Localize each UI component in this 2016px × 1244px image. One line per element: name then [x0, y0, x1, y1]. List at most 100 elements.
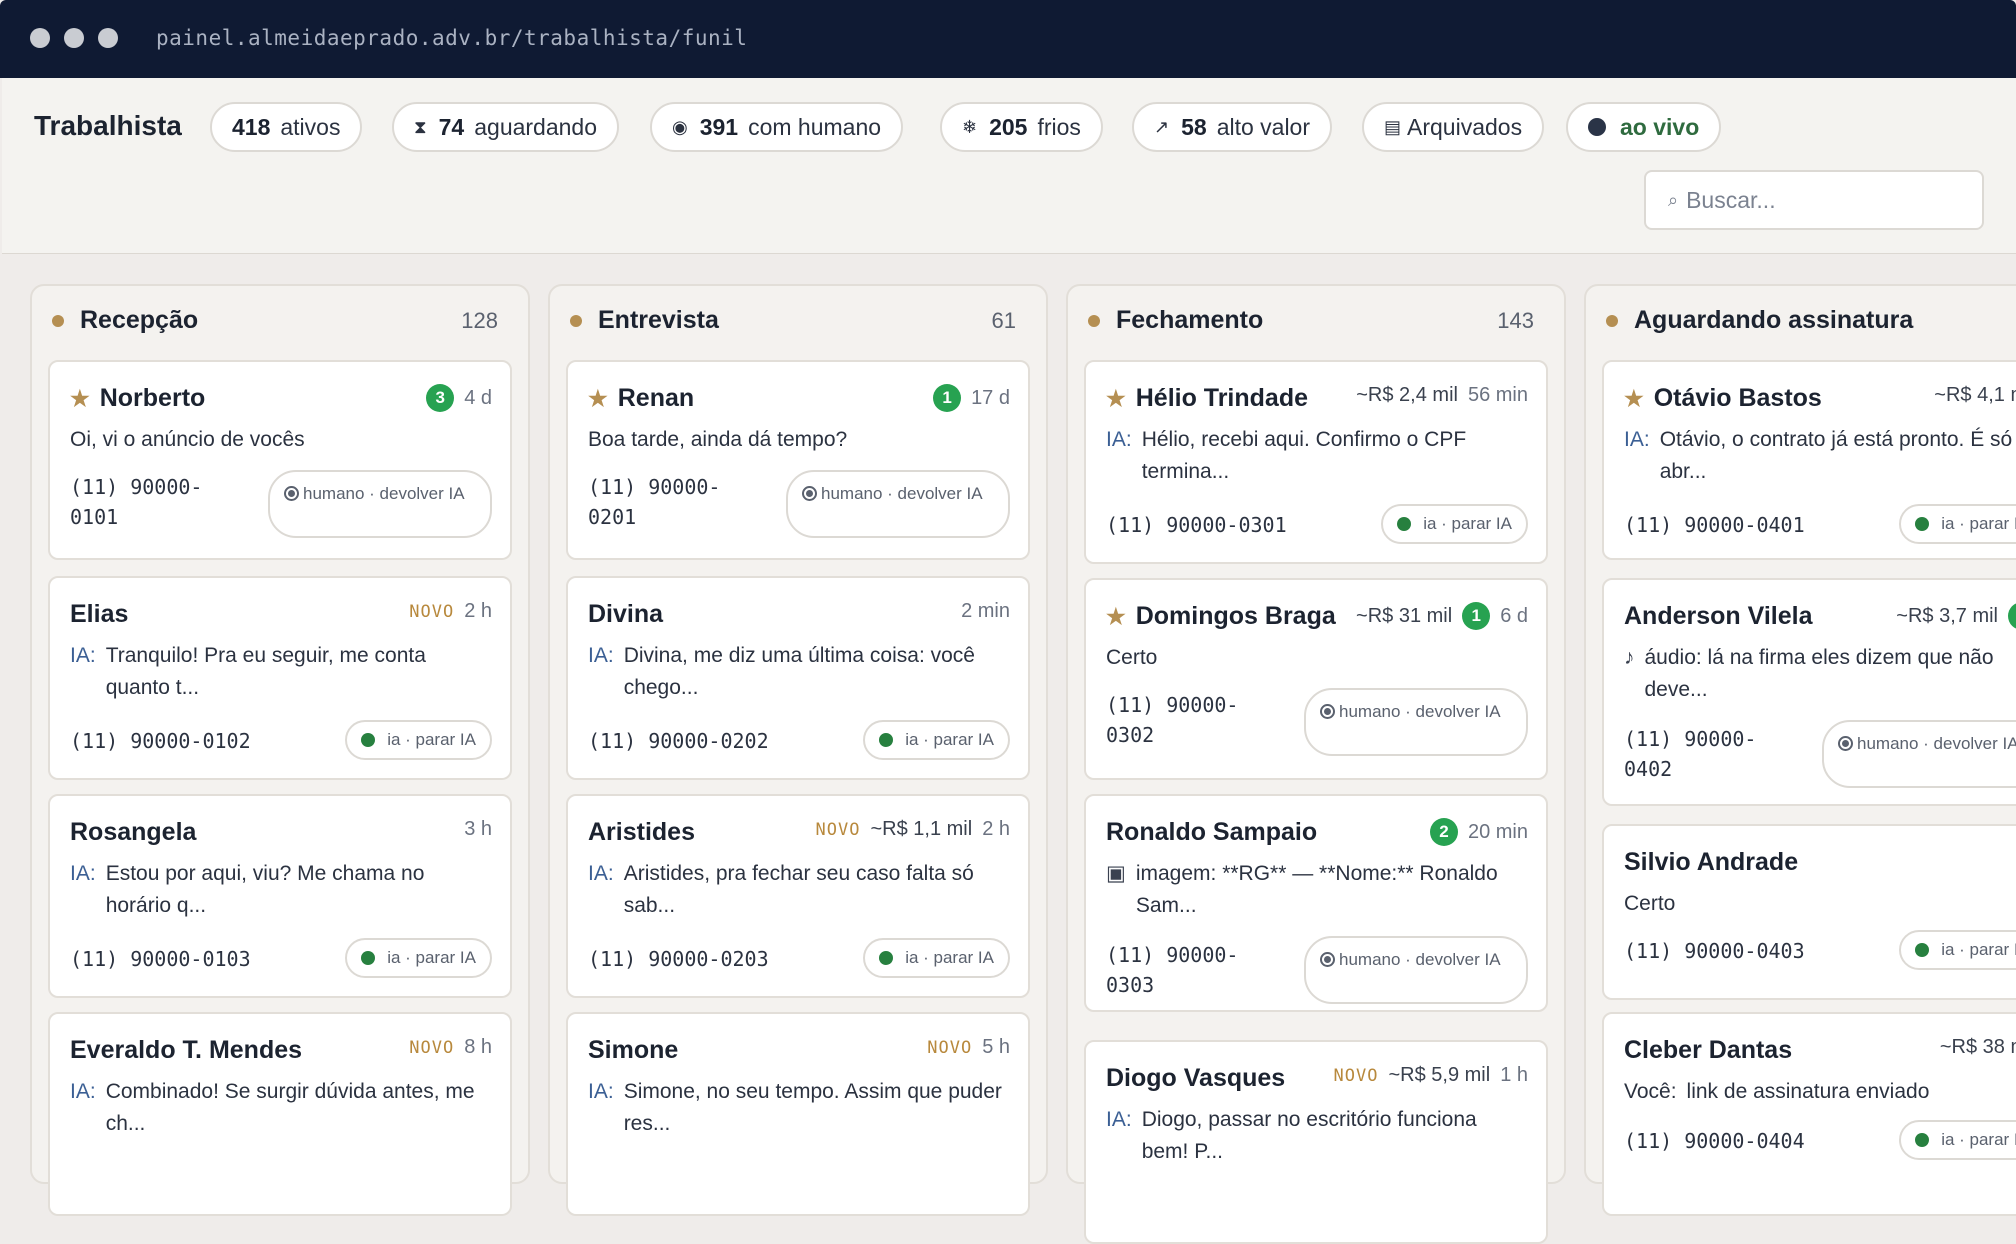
message-prefix: IA: [1624, 424, 1650, 488]
lead-card[interactable]: Anderson Vilela ~R$ 3,7 mil2 ♪áudio: lá … [1602, 578, 2016, 806]
lead-phone: (11) 90000-0102 [70, 726, 251, 756]
lead-meta: NOVO2 h [409, 600, 492, 623]
last-message: IA:Simone, no seu tempo. Assim que puder… [588, 1076, 1004, 1140]
message-text: Divina, me diz uma última coisa: você ch… [624, 640, 1004, 704]
human-icon [802, 486, 817, 501]
chip-count: 58 [1181, 114, 1207, 141]
lead-card[interactable]: Divina 2 min IA:Divina, me diz uma últim… [566, 576, 1030, 780]
message-text: Boa tarde, ainda dá tempo? [588, 424, 847, 456]
lead-meta: ~R$ 2,4 mil56 min [1356, 384, 1528, 407]
lead-meta: ~R$ 4,1 mil [1934, 384, 2016, 407]
window-minimize-dot[interactable] [64, 28, 84, 48]
column-count: 61 [992, 308, 1016, 334]
ai-active-dot-icon [1915, 517, 1929, 531]
lead-card[interactable]: Rosangela 3 h IA:Estou por aqui, viu? Me… [48, 794, 512, 998]
case-value: ~R$ 5,9 mil [1388, 1064, 1490, 1087]
chip-label: ativos [280, 114, 340, 141]
lead-name: Silvio Andrade [1624, 848, 1798, 877]
status-toggle[interactable]: ia · parar IA [863, 938, 1010, 978]
message-text: Combinado! Se surgir dúvida antes, me ch… [106, 1076, 486, 1140]
new-tag: NOVO [816, 820, 861, 840]
status-toggle[interactable]: humano · devolver IA [786, 470, 1010, 538]
lead-card[interactable]: ★Hélio Trindade ~R$ 2,4 mil56 min IA:Hél… [1084, 360, 1548, 564]
ai-active-dot-icon [1397, 517, 1411, 531]
status-toggle[interactable]: ia · parar IA [1899, 504, 2016, 544]
window-maximize-dot[interactable] [98, 28, 118, 48]
lead-meta: NOVO5 h [927, 1036, 1010, 1059]
message-text: imagem: **RG** — **Nome:** Ronaldo Sam..… [1136, 858, 1522, 922]
message-prefix: IA: [1106, 424, 1132, 488]
status-toggle[interactable]: ia · parar IA [863, 720, 1010, 760]
live-dot-icon [1588, 118, 1606, 136]
status-toggle[interactable]: ia · parar IA [345, 720, 492, 760]
filter-chip-aguardando[interactable]: ⧗ 74 aguardando [392, 102, 619, 152]
column-header: Recepção 128 [52, 306, 498, 335]
lead-card[interactable]: ★Otávio Bastos ~R$ 4,1 mil IA:Otávio, o … [1602, 360, 2016, 560]
lead-name: ★Hélio Trindade [1106, 384, 1308, 413]
last-message: IA:Diogo, passar no escritório funciona … [1106, 1104, 1522, 1168]
lead-meta: ~R$ 38 mil [1940, 1036, 2016, 1059]
star-icon: ★ [70, 386, 90, 411]
status-toggle[interactable]: humano · devolver IA [1304, 936, 1528, 1004]
lead-time: 5 h [982, 1036, 1010, 1059]
column-title: Recepção [80, 306, 198, 335]
column-aguardando-assinatura: Aguardando assinatura ★Otávio Bastos ~R$… [1584, 284, 2016, 1184]
lead-card[interactable]: Ronaldo Sampaio 220 min ▣imagem: **RG** … [1084, 794, 1548, 1012]
column-header: Entrevista 61 [570, 306, 1016, 335]
lead-name-text: Otávio Bastos [1654, 384, 1822, 412]
message-text: Certo [1624, 888, 1675, 920]
status-label: humano · devolver IA [1857, 734, 2016, 753]
lead-meta: 220 min [1430, 818, 1528, 846]
lead-phone: (11) 90000-0301 [1106, 510, 1287, 540]
lead-meta: 3 h [464, 818, 492, 841]
archive-icon: ▤ [1384, 117, 1401, 138]
status-toggle[interactable]: ia · parar IA [345, 938, 492, 978]
stage-dot-icon [52, 315, 64, 327]
message-prefix: IA: [1106, 1104, 1132, 1168]
message-text: Certo [1106, 642, 1157, 674]
lead-card[interactable]: Everaldo T. Mendes NOVO8 h IA:Combinado!… [48, 1012, 512, 1216]
last-message: Certo [1106, 642, 1522, 674]
status-toggle[interactable]: humano · devolver IA [1822, 720, 2016, 788]
status-toggle[interactable]: ia · parar IA [1381, 504, 1528, 544]
live-label: ao vivo [1620, 114, 1699, 141]
live-toggle[interactable]: ao vivo [1566, 102, 1721, 152]
address-bar[interactable]: painel.almeidaeprado.adv.br/trabalhista/… [156, 26, 747, 50]
status-toggle[interactable]: ia · parar IA [1899, 1120, 2016, 1160]
window-close-dot[interactable] [30, 28, 50, 48]
case-value: ~R$ 31 mil [1356, 605, 1452, 628]
message-text: áudio: lá na firma eles dizem que não de… [1645, 642, 2016, 706]
lead-card[interactable]: ★Domingos Braga ~R$ 31 mil16 d Certo (11… [1084, 578, 1548, 780]
lead-meta: 34 d [426, 384, 492, 412]
filter-chip-alto-valor[interactable]: ↗ 58 alto valor [1132, 102, 1332, 152]
lead-phone: (11) 90000- 0201 [588, 472, 720, 532]
lead-card[interactable]: Simone NOVO5 h IA:Simone, no seu tempo. … [566, 1012, 1030, 1216]
lead-card[interactable]: ★Renan 117 d Boa tarde, ainda dá tempo? … [566, 360, 1030, 560]
search-input[interactable]: ⌕ Buscar... [1644, 170, 1984, 230]
status-label: humano · devolver IA [303, 484, 465, 503]
lead-card[interactable]: ★Norberto 34 d Oi, vi o anúncio de vocês… [48, 360, 512, 560]
archived-button[interactable]: ▤ Arquivados [1362, 102, 1544, 152]
lead-card[interactable]: Diogo Vasques NOVO~R$ 5,9 mil1 h IA:Diog… [1084, 1040, 1548, 1244]
status-toggle[interactable]: humano · devolver IA [268, 470, 492, 538]
lead-card[interactable]: Cleber Dantas ~R$ 38 mil Você:link de as… [1602, 1012, 2016, 1216]
status-toggle[interactable]: ia · parar IA [1899, 930, 2016, 970]
filter-chip-com-humano[interactable]: ◉ 391 com humano [650, 102, 903, 152]
status-toggle[interactable]: humano · devolver IA [1304, 688, 1528, 756]
lead-card[interactable]: Elias NOVO2 h IA:Tranquilo! Pra eu segui… [48, 576, 512, 780]
unread-badge: 2 [1430, 818, 1458, 846]
filter-chip-ativos[interactable]: 418 ativos [210, 102, 362, 152]
last-message: IA:Otávio, o contrato já está pronto. É … [1624, 424, 2016, 488]
lead-name: Everaldo T. Mendes [70, 1036, 302, 1065]
filter-chip-frios[interactable]: ❄ 205 frios [940, 102, 1103, 152]
last-message: IA:Combinado! Se surgir dúvida antes, me… [70, 1076, 486, 1140]
lead-card[interactable]: Aristides NOVO~R$ 1,1 mil2 h IA:Aristide… [566, 794, 1030, 998]
message-prefix: IA: [588, 858, 614, 922]
chip-count: 205 [989, 114, 1027, 141]
toolbar: Trabalhista 418 ativos ⧗ 74 aguardando ◉… [2, 78, 2016, 254]
lead-card[interactable]: Silvio Andrade Certo (11) 90000-0403 ia … [1602, 824, 2016, 1000]
unread-badge: 1 [1462, 602, 1490, 630]
lead-name: ★Otávio Bastos [1624, 384, 1822, 413]
lead-time: 6 d [1500, 605, 1528, 628]
status-label: ia · parar IA [1941, 1130, 2016, 1150]
